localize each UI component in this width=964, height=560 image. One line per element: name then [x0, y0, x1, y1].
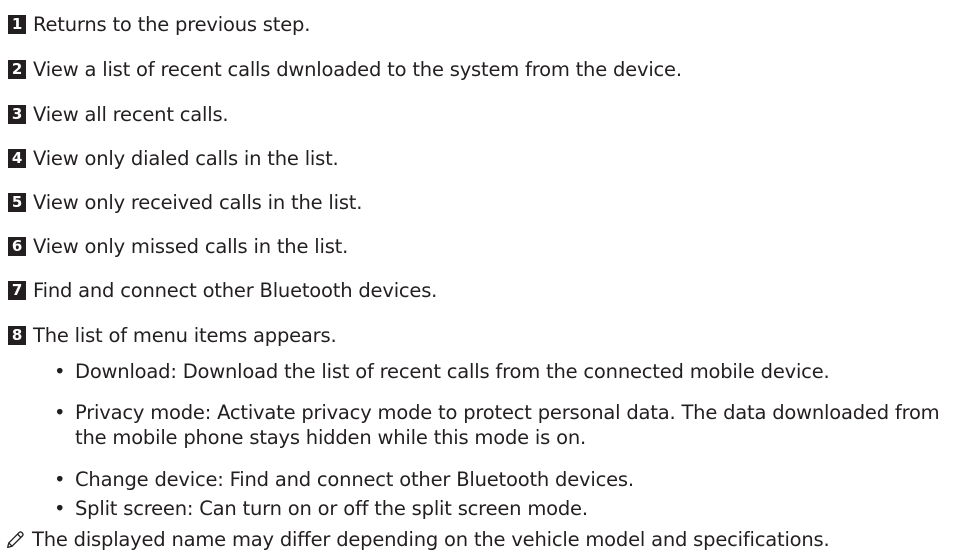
menu-item-text: Change device: Find and connect other Bl…	[75, 468, 634, 491]
step-text: View only received calls in the list.	[33, 191, 363, 214]
bullet-dot: •	[54, 360, 66, 383]
note-text: The displayed name may differ depending …	[32, 528, 830, 551]
step-5: 5 View only received calls in the list.	[8, 191, 362, 214]
menu-item-privacy-mode: • Privacy mode: Activate privacy mode to…	[54, 400, 954, 450]
step-number-badge: 3	[8, 105, 26, 124]
step-text: View a list of recent calls dwnloaded to…	[33, 58, 682, 81]
step-number-badge: 4	[8, 149, 26, 168]
step-6: 6 View only missed calls in the list.	[8, 235, 348, 258]
step-3: 3 View all recent calls.	[8, 103, 229, 126]
step-number-badge: 5	[8, 193, 26, 212]
step-2: 2 View a list of recent calls dwnloaded …	[8, 58, 682, 81]
step-number-badge: 7	[8, 281, 26, 300]
menu-item-text: Split screen: Can turn on or off the spl…	[75, 497, 588, 520]
step-text: The list of menu items appears.	[33, 324, 337, 347]
note: The displayed name may differ depending …	[4, 528, 830, 551]
step-7: 7 Find and connect other Bluetooth devic…	[8, 279, 437, 302]
menu-item-text: Privacy mode: Activate privacy mode to p…	[75, 401, 940, 449]
menu-item-split-screen: • Split screen: Can turn on or off the s…	[54, 496, 954, 521]
menu-item-text: Download: Download the list of recent ca…	[75, 360, 830, 383]
step-text: Find and connect other Bluetooth devices…	[33, 279, 438, 302]
step-text: View all recent calls.	[33, 103, 229, 126]
step-text: View only missed calls in the list.	[33, 235, 349, 258]
step-number-badge: 6	[8, 237, 26, 256]
menu-item-change-device: • Change device: Find and connect other …	[54, 467, 954, 492]
step-text: View only dialed calls in the list.	[33, 147, 339, 170]
step-8: 8 The list of menu items appears.	[8, 324, 337, 347]
bullet-dot: •	[54, 497, 66, 520]
step-text: Returns to the previous step.	[33, 13, 311, 36]
step-number-badge: 8	[8, 326, 26, 345]
step-4: 4 View only dialed calls in the list.	[8, 147, 339, 170]
step-number-badge: 1	[8, 15, 26, 34]
bullet-dot: •	[54, 468, 66, 491]
bullet-dot: •	[54, 401, 66, 424]
pencil-icon	[7, 530, 24, 548]
step-1: 1 Returns to the previous step.	[8, 13, 310, 36]
menu-item-download: • Download: Download the list of recent …	[54, 359, 954, 384]
step-number-badge: 2	[8, 60, 26, 79]
